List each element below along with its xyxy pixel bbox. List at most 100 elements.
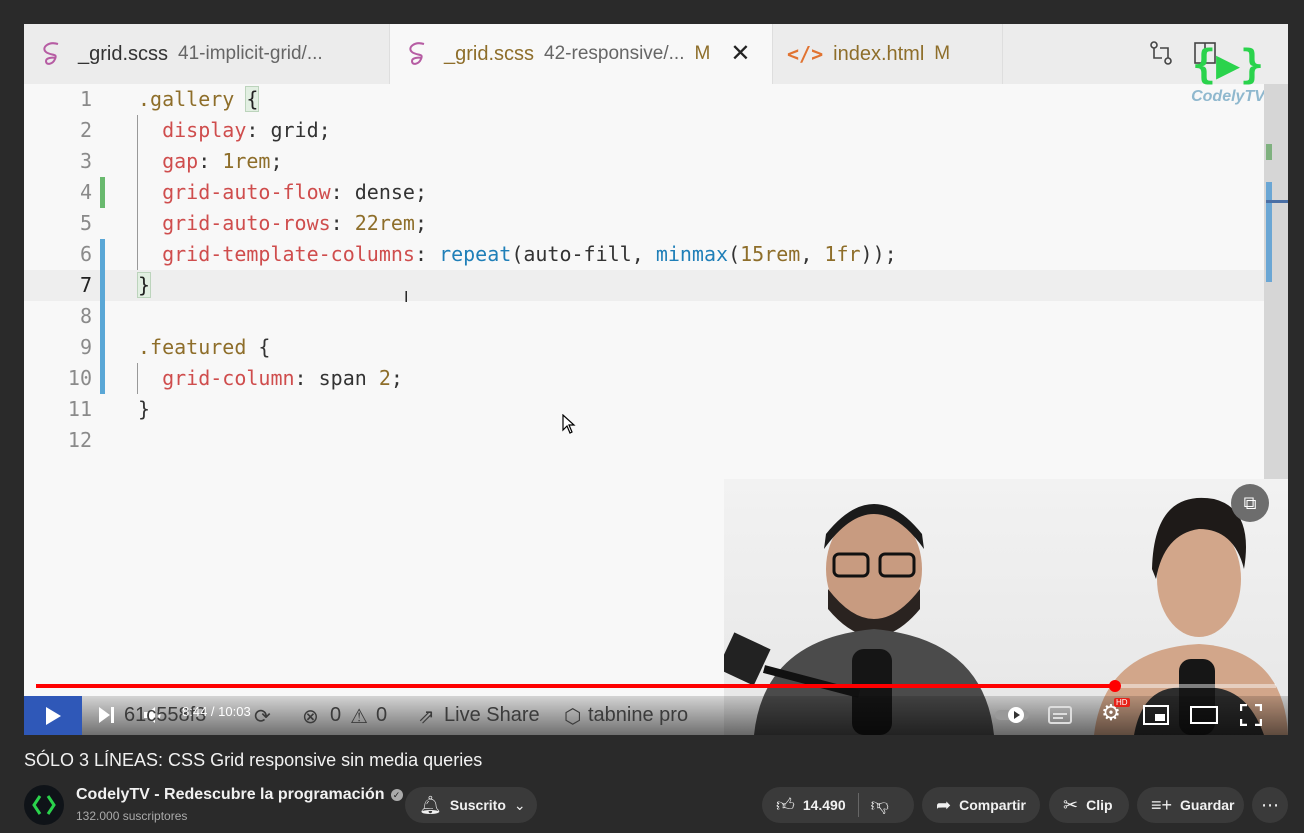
code-text: grid-auto-rows: 22rem; <box>138 208 427 239</box>
next-button[interactable] <box>94 702 120 728</box>
bell-icon: 🔔︎ <box>419 794 442 815</box>
code-token: ; <box>414 211 428 235</box>
code-line[interactable]: 6 grid-template-columns: repeat(auto-fil… <box>24 239 1264 270</box>
text-cursor-icon: I <box>404 289 409 306</box>
code-token: grid-column <box>162 366 295 390</box>
exit-pip-icon[interactable]: ⧉ <box>1231 484 1269 522</box>
line-number: 8 <box>79 304 92 328</box>
divider <box>857 793 859 817</box>
code-line[interactable]: 1 .gallery { <box>24 84 1264 115</box>
channel-name[interactable]: CodelyTV - Redescubre la programación ✓ <box>76 786 403 804</box>
autoplay-toggle[interactable] <box>994 700 1030 730</box>
code-text: display: grid; <box>138 115 331 146</box>
tabnine-status[interactable]: tabnine pro <box>588 704 688 727</box>
share-button[interactable]: ➦ Compartir <box>922 787 1040 823</box>
code-text: grid-auto-flow: dense; <box>138 177 427 208</box>
close-icon[interactable]: ✕ <box>730 42 750 66</box>
sync-icon[interactable]: ⟳ <box>254 704 271 729</box>
code-text: .featured { <box>138 332 270 363</box>
code-line[interactable]: 12 <box>24 425 1264 456</box>
code-line[interactable]: 7} <box>24 270 1264 301</box>
minimap-marker <box>1266 182 1272 282</box>
line-number: 3 <box>79 149 92 173</box>
subscriber-count: 132.000 suscriptores <box>76 809 188 823</box>
miniplayer-icon <box>1143 705 1169 725</box>
code-line[interactable]: 4 grid-auto-flow: dense; <box>24 177 1264 208</box>
tab-grid-scss-42[interactable]: _grid.scss 42-responsive/... M ✕ <box>390 24 773 84</box>
like-count[interactable]: 14.490 <box>803 797 846 813</box>
tab-index-html[interactable]: </> index.html M <box>773 24 1003 84</box>
code-token: minmax <box>655 242 729 266</box>
sass-icon <box>409 42 425 65</box>
avatar[interactable] <box>24 785 64 825</box>
code-line[interactable]: 9 .featured { <box>24 332 1264 363</box>
line-number: 2 <box>79 118 92 142</box>
line-number: 9 <box>79 335 92 359</box>
tab-description: 42-responsive/... <box>544 43 685 64</box>
code-token: grid-template-columns <box>162 242 415 266</box>
code-token: : <box>198 149 223 173</box>
skip-next-icon <box>99 707 114 723</box>
tab-grid-scss-41[interactable]: _grid.scss 41-implicit-grid/... <box>24 24 390 84</box>
code-line[interactable]: 2 display: grid; <box>24 115 1264 146</box>
code-token: : dense; <box>330 180 427 204</box>
code-line[interactable]: 11} <box>24 394 1264 425</box>
video-player[interactable]: _grid.scss 41-implicit-grid/... _grid.sc… <box>24 24 1288 735</box>
warning-icon[interactable]: ⚠ <box>350 704 368 729</box>
progress-fill <box>36 684 1115 688</box>
code-line[interactable]: 5 grid-auto-rows: 22rem; <box>24 208 1264 239</box>
progress-bar[interactable] <box>36 680 1276 692</box>
miniplayer-button[interactable] <box>1142 702 1170 728</box>
code-line[interactable]: 3 gap: 1rem; <box>24 146 1264 177</box>
code-token: ( <box>728 242 741 266</box>
save-button[interactable]: ≡+ Guardar <box>1137 787 1244 823</box>
code-token: display <box>162 118 247 142</box>
play-button[interactable] <box>24 696 82 735</box>
tab-file-name: index.html <box>833 42 925 65</box>
code-text: grid-template-columns: repeat(auto-fill,… <box>138 239 897 270</box>
line-number: 5 <box>79 211 92 235</box>
code-text: grid-column: span 2; <box>138 363 403 394</box>
code-token: ; <box>270 149 283 173</box>
tab-description: 41-implicit-grid/... <box>178 43 323 64</box>
error-icon[interactable]: ⊗ <box>302 704 319 729</box>
more-actions-button[interactable]: ⋯ <box>1252 787 1288 823</box>
indent-guide <box>137 115 138 270</box>
git-compare-icon[interactable] <box>1148 40 1174 66</box>
code-text: .gallery { <box>138 84 260 115</box>
settings-button[interactable]: ⚙ HD <box>1094 698 1130 728</box>
live-share-button[interactable]: Live Share <box>444 704 540 727</box>
code-token: : <box>414 242 440 266</box>
progress-scrubber[interactable] <box>1108 680 1121 692</box>
line-number: 7 <box>79 273 92 297</box>
more-icon: ⋯ <box>1261 794 1279 815</box>
warning-count: 0 <box>376 704 388 726</box>
subscribed-label: Suscrito <box>449 797 506 813</box>
clip-button[interactable]: ✂ Clip <box>1049 787 1129 823</box>
gutter-modified-marker <box>100 332 105 363</box>
code-line[interactable]: 8 <box>24 301 1264 332</box>
code-line[interactable]: 10 grid-column: span 2; <box>24 363 1264 394</box>
fullscreen-button[interactable] <box>1238 702 1264 728</box>
code-token: gap <box>162 149 199 173</box>
code-text: } <box>138 394 150 425</box>
mouse-pointer-icon <box>562 414 576 434</box>
modified-badge: M <box>694 43 711 64</box>
share-icon: ⇗ <box>418 706 435 728</box>
code-text: gap: 1rem; <box>138 146 283 177</box>
code-token: 2 <box>378 366 391 390</box>
line-number: 6 <box>79 242 92 266</box>
subtitles-button[interactable] <box>1046 702 1074 728</box>
share-label: Compartir <box>959 797 1026 813</box>
theater-mode-button[interactable] <box>1189 702 1219 728</box>
thumbs-up-icon[interactable]: 👍︎ <box>776 794 795 816</box>
thumbs-down-icon[interactable]: 👎︎ <box>871 794 889 816</box>
subscribed-button[interactable]: 🔔︎ Suscrito ⌄ <box>405 787 537 823</box>
code-token: grid-auto-flow <box>162 180 331 204</box>
